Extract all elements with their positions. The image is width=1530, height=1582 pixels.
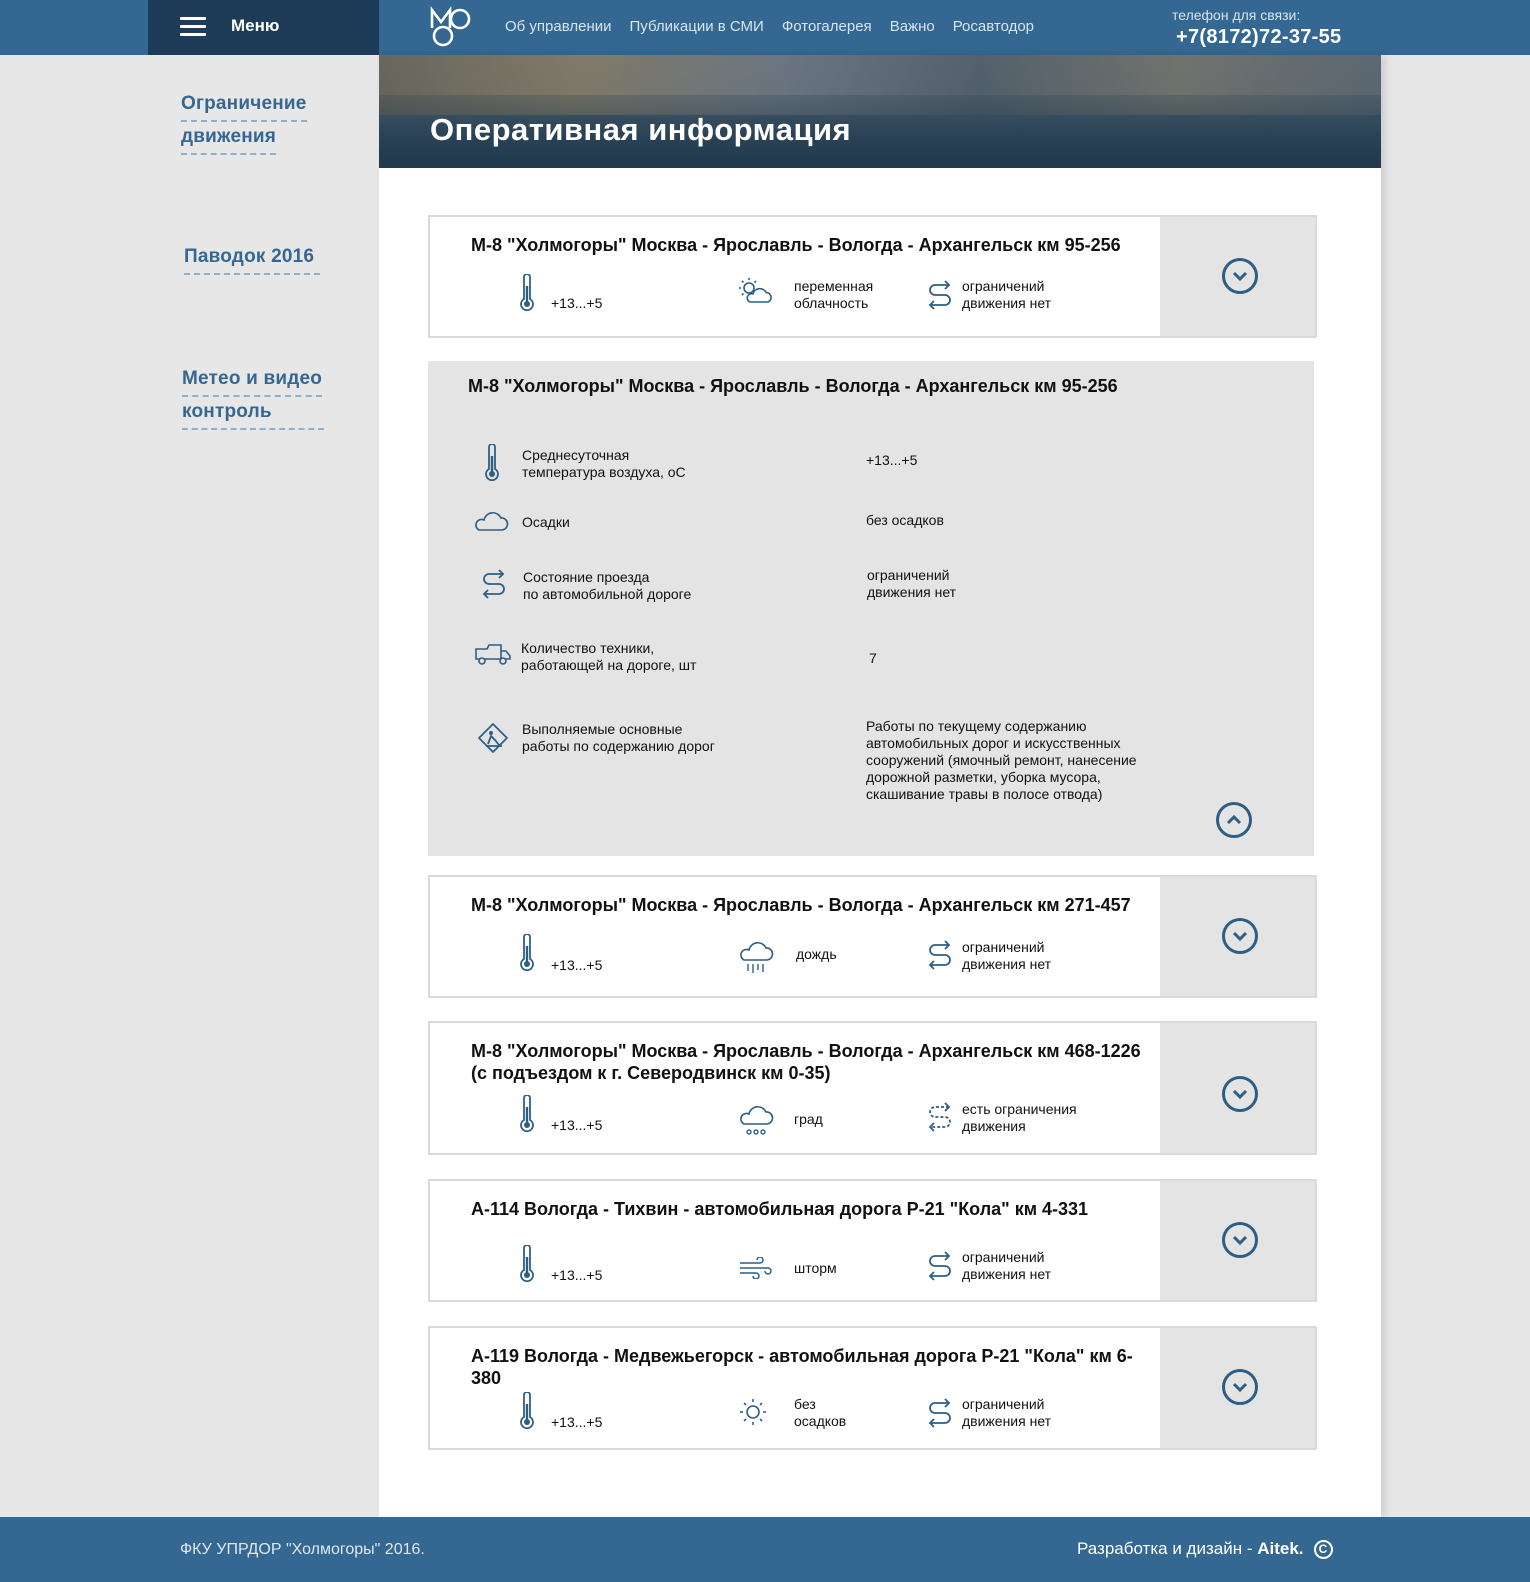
temperature-value: +13...+5: [551, 295, 603, 311]
temperature-value: +13...+5: [551, 957, 603, 973]
hamburger-icon: [180, 17, 206, 37]
traffic-status: ограничений движения нет: [962, 939, 1052, 972]
nav-important[interactable]: Важно: [890, 18, 935, 35]
sidebar-item-flood[interactable]: Паводок 2016: [184, 242, 321, 275]
main-content: Оперативная информация М-8 "Холмогоры" М…: [379, 55, 1381, 1517]
sidebar-item-label: контроль: [182, 397, 324, 430]
weather-text: переменная облачность: [794, 278, 874, 311]
roadwork-icon: [478, 723, 508, 753]
card-title: М-8 "Холмогоры" Москва - Ярославль - Вол…: [471, 235, 1121, 255]
thermometer-icon: [520, 274, 534, 312]
traffic-status: ограничений движения нет: [962, 1396, 1052, 1429]
thermometer-icon: [520, 1245, 534, 1283]
weather-text: без осадков: [794, 1396, 847, 1429]
card-title: А-114 Вологда - Тихвин - автомобильная д…: [471, 1199, 1089, 1219]
temperature-value: +13...+5: [551, 1267, 603, 1283]
road-status-icon: [482, 569, 505, 599]
expand-toggle[interactable]: [1160, 217, 1315, 336]
copyright-icon: C: [1313, 1540, 1333, 1559]
road-status-icon: [928, 1398, 951, 1428]
chevron-up-icon[interactable]: [1216, 802, 1252, 838]
sidebar-item-meteo[interactable]: Метео и видео контроль: [182, 364, 324, 430]
card-title: А-119 Вологда - Медвежьегорск - автомоби…: [471, 1346, 1133, 1388]
row-value-works: Работы по текущему содержанию автомобиль…: [866, 718, 1137, 802]
row-value-temperature: +13...+5: [866, 452, 918, 468]
sidebar-item-restrictions[interactable]: Ограничение движения: [181, 89, 307, 155]
sidebar-item-label: Метео и видео: [182, 364, 323, 397]
traffic-status: ограничений движения нет: [962, 278, 1052, 311]
road-status-icon: [928, 1251, 951, 1281]
row-value-precipitation: без осадков: [866, 512, 944, 528]
sidebar: Ограничение движения Паводок 2016 Метео …: [148, 55, 379, 1517]
road-restriction-icon: [928, 1102, 951, 1132]
temperature-value: +13...+5: [551, 1117, 603, 1133]
road-status-icon: [928, 280, 951, 310]
row-label-temperature: Среднесуточная температура воздуха, оС: [522, 447, 686, 480]
traffic-status: есть ограничения движения: [962, 1101, 1077, 1134]
rain-icon: [740, 942, 774, 973]
card-title: М-8 "Холмогоры" Москва - Ярославль - Вол…: [471, 895, 1131, 915]
wind-icon: [740, 1257, 772, 1279]
chevron-down-icon[interactable]: [1222, 1076, 1258, 1112]
thermometer-icon: [520, 1095, 534, 1133]
phone-caption: телефон для связи:: [1172, 7, 1301, 23]
weather-text: град: [794, 1111, 823, 1127]
top-bar: Меню Об управлении Публикации в СМИ Фото…: [0, 0, 1530, 55]
road-card[interactable]: М-8 "Холмогоры" Москва - Ярославль - Вол…: [428, 1021, 1317, 1155]
card-title: М-8 "Холмогоры" Москва - Ярославль - Вол…: [471, 1041, 1141, 1083]
expand-toggle[interactable]: [1160, 1023, 1315, 1153]
chevron-down-icon[interactable]: [1222, 1369, 1258, 1405]
partly-cloudy-icon: [739, 278, 772, 303]
sidebar-item-label: движения: [181, 122, 277, 155]
road-status-icon: [928, 940, 951, 970]
weather-text: дождь: [796, 946, 837, 962]
footer-copyright: ФКУ УПРДОР "Холмогоры" 2016.: [180, 1541, 425, 1558]
cloud-icon: [475, 512, 509, 531]
road-card[interactable]: А-114 Вологда - Тихвин - автомобильная д…: [428, 1179, 1317, 1302]
road-card-expanded: М-8 "Холмогоры" Москва - Ярославль - Вол…: [428, 361, 1314, 856]
sidebar-item-label: Ограничение: [181, 89, 307, 122]
traffic-status: ограничений движения нет: [962, 1249, 1052, 1282]
row-label-works: Выполняемые основные работы по содержанию…: [522, 721, 715, 754]
expand-toggle[interactable]: [1160, 1181, 1315, 1300]
menu-button[interactable]: Меню: [148, 0, 379, 55]
footer: ФКУ УПРДОР "Холмогоры" 2016. Разработка …: [0, 1517, 1530, 1582]
sun-icon: [740, 1399, 766, 1425]
row-value-machinery: 7: [869, 650, 877, 666]
chevron-down-icon[interactable]: [1222, 258, 1258, 294]
road-card[interactable]: А-119 Вологда - Медвежьегорск - автомоби…: [428, 1326, 1317, 1450]
row-label-machinery: Количество техники, работающей на дороге,…: [521, 640, 697, 673]
row-label-precipitation: Осадки: [522, 514, 570, 530]
menu-label: Меню: [231, 16, 280, 35]
main-nav: Об управлении Публикации в СМИ Фотогалер…: [505, 18, 1052, 35]
phone-number[interactable]: +7(8172)72-37-55: [1176, 26, 1341, 49]
nav-publications[interactable]: Публикации в СМИ: [630, 18, 764, 35]
thermometer-icon: [485, 444, 499, 482]
road-card[interactable]: М-8 "Холмогоры" Москва - Ярославль - Вол…: [428, 215, 1317, 338]
row-label-road-status: Состояние проезда по автомобильной дороге: [523, 569, 692, 602]
truck-icon: [475, 644, 511, 665]
road-card[interactable]: М-8 "Холмогоры" Москва - Ярославль - Вол…: [428, 875, 1317, 998]
page-title: Оперативная информация: [430, 112, 852, 147]
temperature-value: +13...+5: [551, 1414, 603, 1430]
nav-rosavtodor[interactable]: Росавтодор: [953, 18, 1034, 35]
thermometer-icon: [520, 934, 534, 972]
expand-toggle[interactable]: [1160, 877, 1315, 996]
footer-developer[interactable]: Разработка и дизайн - Aitek. C: [1077, 1539, 1333, 1559]
expand-toggle[interactable]: [1160, 1328, 1315, 1448]
card-title: М-8 "Холмогоры" Москва - Ярославль - Вол…: [468, 376, 1118, 396]
nav-about[interactable]: Об управлении: [505, 18, 612, 35]
hero-banner: Оперативная информация: [379, 55, 1381, 168]
sidebar-item-label: Паводок 2016: [184, 242, 321, 275]
nav-gallery[interactable]: Фотогалерея: [782, 18, 872, 35]
thermometer-icon: [520, 1392, 534, 1430]
row-value-road-status: ограничений движения нет: [867, 567, 957, 600]
hail-icon: [740, 1106, 774, 1135]
logo[interactable]: [430, 6, 476, 48]
chevron-down-icon[interactable]: [1222, 1222, 1258, 1258]
weather-text: шторм: [794, 1260, 837, 1276]
chevron-down-icon[interactable]: [1222, 918, 1258, 954]
